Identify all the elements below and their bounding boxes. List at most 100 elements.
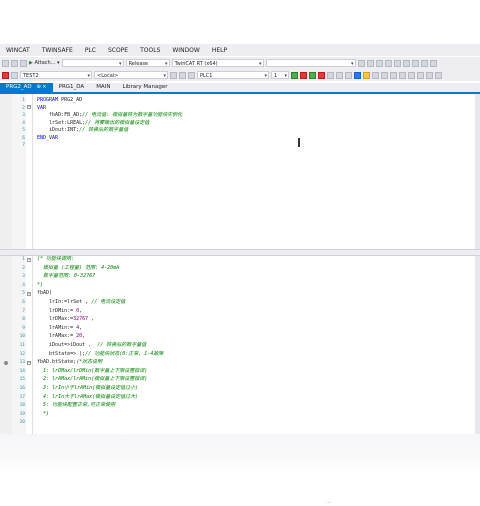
number-dropdown[interactable]: 1 ▾ [271,71,289,79]
chevron-down-icon: ▾ [165,61,168,67]
toolbar-icon[interactable] [357,59,365,67]
code-line[interactable]: 10 lrAMax:= 20, [0,333,480,341]
start-icon[interactable] [309,71,316,79]
code-line[interactable]: 15 2: lrAMax/lrAMin(模拟量上下限设置错误) [0,376,480,384]
collapse-icon[interactable]: − [27,292,31,297]
toolbar-icon[interactable] [363,71,370,79]
stop-icon[interactable] [318,71,325,79]
toolbar-icon[interactable] [399,71,406,79]
toolbar-icon[interactable] [435,71,442,79]
code-line[interactable]: 6 lrIn:=lrSet , // 电流设定值 [0,299,480,307]
code-line[interactable]: 1 PROGRAM PRG2_AD [0,97,480,105]
menu-plc[interactable]: PLC [79,47,102,54]
toolbar-icon[interactable] [179,71,186,79]
blank-dropdown[interactable]: ▾ [61,59,124,67]
code-line[interactable]: 6 END_VAR [0,135,480,143]
tab-main[interactable]: MAIN [90,83,116,92]
code-line[interactable]: 18 5: 功能块配置正常,可正常使用 [0,402,480,410]
toolbar-icon[interactable] [408,71,415,79]
code-line[interactable]: 4 *) [0,282,480,290]
code-line[interactable]: 14 1: lrDMax/lrDMin(数字量上下限设置错误) [0,368,480,376]
menu-window[interactable]: WINDOW [166,47,205,54]
toolbar-icon[interactable] [381,71,388,79]
code-line[interactable]: 2 VAR [0,105,480,113]
code-line[interactable]: 19 *) [0,411,480,419]
declaration-scrollbar[interactable] [475,94,480,249]
code-line[interactable]: 5 fbAD( [0,290,480,298]
toolbar-icon[interactable] [426,71,433,79]
plc-dropdown[interactable]: PLC1 ▾ [197,71,269,79]
toolbar-icon[interactable] [11,59,18,67]
toolbar-icon[interactable] [336,71,343,79]
code-line[interactable]: 3 fbAD:FB_AD;// 电流值: 模拟量转为数字量功能块实例化 [0,112,480,120]
tab-library-manager[interactable]: Library Manager [116,83,173,92]
menu-tools[interactable]: TOOLS [134,47,166,54]
toolbar-icon[interactable] [375,59,383,67]
toolbar-icon[interactable] [354,71,361,79]
code-line[interactable]: 17 4: lrIn大于lrAMax(模拟量设定值过大) [0,394,480,402]
menu-twincat[interactable]: WINCAT [0,47,36,54]
search-dropdown[interactable]: ▾ [265,59,356,67]
code-line[interactable]: 1 (* 功能块调用: [0,256,480,264]
implementation-editor[interactable]: 1 (* 功能块调用: 2 模拟量 (工程量) 范围: 4-20mA 3 数字量范围:… [0,256,480,434]
editor-splitter[interactable]: ⋯ [0,249,480,506]
line-number: 5 [22,291,25,297]
tab-prg1-da[interactable]: PRG1_DA [53,83,91,92]
menu-scope[interactable]: SCOPE [102,47,134,54]
toolbar-icon[interactable] [420,59,428,67]
platform-dropdown[interactable]: TwinCAT RT (x64) ▾ [171,59,264,67]
tab-prg2-ad[interactable]: PRG2_AD ⊕ × [0,83,53,92]
toolbar-icon[interactable] [188,71,195,79]
toolbar-icon[interactable] [327,71,334,79]
collapse-icon[interactable]: − [27,361,31,366]
menu-help[interactable]: HELP [206,47,233,54]
code-text: 模拟量 (工程量) 范围: 4-20mA [37,264,120,271]
project-dropdown[interactable]: TEST2 ▾ [20,71,92,79]
code-line[interactable]: 9 lrAMin:= 4, [0,325,480,333]
code-line[interactable]: 5 iDout:INT;// 转换后的数字量值 [0,127,480,135]
collapse-icon[interactable]: − [27,105,31,109]
code-line[interactable]: 7 [0,142,480,150]
menu-twinsafe[interactable]: TWINSAFE [36,47,79,54]
implementation-scrollbar[interactable] [475,256,480,434]
toolbar-icon[interactable] [429,59,437,67]
pin-close-icon[interactable]: ⊕ × [37,84,47,90]
code-line[interactable]: 7 lrDMin:= 0, [0,308,480,316]
login-icon[interactable] [291,71,298,79]
declaration-editor[interactable]: 1 PROGRAM PRG2_AD 2 VAR 3 fbAD:FB_AD;// 电流值:… [0,94,480,249]
toolbar-icon[interactable] [2,71,9,79]
twincat-toolbar: TEST2 ▾ <Local> ▾ PLC1 ▾ 1 ▾ [0,69,480,81]
code-line[interactable]: 4 lrSet:LREAL;// 将要输出的模拟量设定值 [0,120,480,128]
configuration-dropdown[interactable]: Release ▾ [125,59,170,67]
target-dropdown[interactable]: <Local> ▾ [94,71,168,79]
toolbar-icon[interactable] [366,59,374,67]
toolbar-icon[interactable] [417,71,424,79]
toolbar-icon[interactable] [170,71,177,79]
toolbar-icon[interactable] [393,59,401,67]
collapse-icon[interactable]: − [27,258,31,262]
chevron-down-icon: ▾ [119,61,122,67]
code-line[interactable]: 11 iDout=>iDout , // 转换后的数字量值 [0,342,480,350]
code-text: lrAMax:= 20, [37,333,86,340]
attach-button[interactable]: ▶ Attach... ▾ [29,59,60,67]
toolbar-icon[interactable] [372,71,379,79]
code-line[interactable]: 2 模拟量 (工程量) 范围: 4-20mA [0,265,480,273]
code-text: 4: lrIn大于lrAMax(模拟量设定值过大) [37,393,139,400]
toolbar-icon[interactable] [20,59,27,67]
toolbar-icon[interactable] [384,59,392,67]
code-line[interactable]: 8 lrDMax:=32767 , [0,316,480,324]
toolbar-icon[interactable] [2,59,9,67]
code-line[interactable]: 16 3: lrIn小于lrAMin(模拟量设定值过小) [0,385,480,393]
code-line[interactable]: 13 fbAD.btState;(*状态说明 [0,359,480,367]
toolbar-icon[interactable] [411,59,419,67]
logout-icon[interactable] [300,71,307,79]
line-number: 16 [19,386,25,391]
toolbar-icon[interactable] [11,71,18,79]
toolbar-icon[interactable] [345,71,352,79]
code-line[interactable]: 12 btState=> );// 功能块状态(0:正常, 1-4故障 [0,351,480,359]
code-line[interactable]: 3 数字量范围: 0-32767 [0,273,480,281]
toolbar-icon[interactable] [402,59,410,67]
toolbar-icon[interactable] [390,71,397,79]
line-number: 4 [22,120,25,126]
code-line[interactable]: 20 [0,419,480,427]
